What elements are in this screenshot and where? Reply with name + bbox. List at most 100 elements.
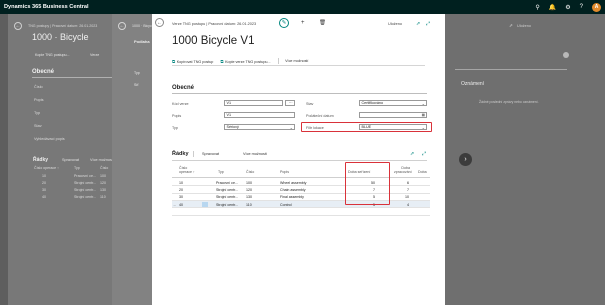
column-label: Typ xyxy=(134,71,140,75)
divider xyxy=(277,58,279,64)
app-top-bar: Dynamics 365 Business Central ⚲ 🔔 ⚙ ? A xyxy=(0,0,605,14)
avatar[interactable]: A xyxy=(592,2,601,12)
lines-tab-more[interactable]: Více možností xyxy=(243,152,267,156)
table-row[interactable]: 20 Strojní centr... 120 Chain assembly 7… xyxy=(172,186,430,194)
copy-icon: ⧉ xyxy=(220,58,224,64)
copy-icon: ⧉ xyxy=(172,58,176,64)
version-code-field[interactable]: V1 xyxy=(224,100,283,106)
column-header[interactable]: Číslo operace ↑ xyxy=(179,166,197,174)
operation-no: 10 xyxy=(179,180,183,185)
divider xyxy=(172,93,427,94)
version-code-label: Kód verze xyxy=(172,102,189,106)
lines-tab-manage[interactable]: Spravovat xyxy=(202,152,219,156)
calendar-icon[interactable]: ▦ xyxy=(422,113,425,117)
column-header[interactable]: Typ xyxy=(218,170,224,174)
column-header[interactable]: Doba xyxy=(418,170,427,174)
help-icon[interactable]: ? xyxy=(580,4,583,10)
next-record-icon[interactable]: › xyxy=(459,153,472,166)
add-icon[interactable]: + xyxy=(301,20,305,26)
breadcrumb: Verze TNG postupu | Pracovní datum: 26.0… xyxy=(172,22,257,26)
field-label: Vyhledávací popis xyxy=(34,137,65,141)
run-time: 4 xyxy=(407,202,409,207)
row-description: Wheel assembly xyxy=(280,180,307,185)
table-row[interactable]: 30 Strojní centr... 130 Final assembly 5… xyxy=(172,194,430,201)
delete-icon[interactable]: 🗑 xyxy=(319,20,326,26)
breadcrumb: TNG postupy | Pracovní datum: 26.01.2023 xyxy=(28,24,98,28)
location-filter-field[interactable]: BLUE ⌄ xyxy=(359,124,427,130)
lines-tab[interactable]: Spravovat xyxy=(62,158,79,162)
column-header[interactable]: Číslo xyxy=(246,170,254,174)
search-icon[interactable]: ⚲ xyxy=(535,4,539,11)
row-select-cell[interactable] xyxy=(202,201,208,208)
copy-version-button[interactable]: ⧉ Kopie verze TNG postupu... xyxy=(220,59,270,64)
highlight-time-columns xyxy=(345,162,390,205)
row-selected-marker: → xyxy=(172,202,177,207)
row-description: Final assembly xyxy=(280,195,304,200)
copy-routing-action[interactable]: Kopie TNG postupu... xyxy=(35,53,70,57)
row-number: 110 xyxy=(246,202,252,207)
row-type: Strojní centr... xyxy=(216,187,239,192)
chevron-down-icon: ⌄ xyxy=(421,100,425,106)
back-icon[interactable]: ← xyxy=(155,18,164,27)
column-header[interactable]: Popis xyxy=(280,170,289,174)
type-select[interactable]: Sériový ⌄ xyxy=(224,124,295,130)
divider xyxy=(172,160,427,161)
row-number: 100 xyxy=(246,180,252,185)
table-row[interactable]: 10 Pracovní ce... 100 Wheel assembly 50 … xyxy=(172,179,430,187)
table-header: Číslo operace ↑ Typ Číslo Popis Doba seř… xyxy=(172,164,430,178)
start-date-label: Počáteční datum xyxy=(306,114,334,118)
saved-status: Uloženo xyxy=(517,24,531,28)
lines-title: Řádky xyxy=(33,157,49,163)
status-label: Stav xyxy=(306,102,314,106)
topbar-icons: ⚲ 🔔 ⚙ ? A xyxy=(535,2,601,12)
run-time: 10 xyxy=(405,195,409,200)
chevron-down-icon: ⌄ xyxy=(421,124,425,130)
expand-icon[interactable]: ⤢ xyxy=(422,151,426,157)
panel-title: Podlaha xyxy=(134,39,150,44)
chevron-down-icon: ⌄ xyxy=(289,124,293,130)
status-select[interactable]: Certifikováno ⌄ xyxy=(359,100,427,106)
row-number: 120 xyxy=(246,187,252,192)
column-header[interactable]: Doba zpracování xyxy=(394,166,412,174)
location-filter-value: BLUE xyxy=(361,125,372,129)
section-title: Obecné xyxy=(172,85,195,91)
run-time: 7 xyxy=(407,187,409,192)
back-icon[interactable]: ← xyxy=(118,22,126,30)
version-code-lookup-button[interactable]: ··· xyxy=(285,100,295,106)
page-title: 1000 Bicycle V1 xyxy=(172,35,255,47)
row-number: 130 xyxy=(246,195,252,200)
column-label: Síť xyxy=(134,83,139,87)
type-label: Typ xyxy=(172,126,178,130)
row-description: Chain assembly xyxy=(280,187,306,192)
version-action[interactable]: Verze xyxy=(90,53,99,57)
start-date-field[interactable]: ▦ xyxy=(359,112,427,118)
operation-no: 30 xyxy=(179,195,183,200)
gear-icon[interactable]: ⚙ xyxy=(565,4,570,11)
share-icon[interactable]: ⇗ xyxy=(410,151,414,157)
bell-icon[interactable]: 🔔 xyxy=(549,4,556,11)
page-title: 1000 · Bicycle xyxy=(32,32,89,42)
edit-icon[interactable]: ✎ xyxy=(279,18,289,28)
back-icon[interactable]: ← xyxy=(14,22,22,30)
collapse-icon[interactable]: ⤢ xyxy=(426,21,430,27)
lines-tab[interactable]: Více možností xyxy=(90,158,114,162)
background-routing-card: ← TNG postupy | Pracovní datum: 26.01.20… xyxy=(8,14,132,305)
row-type: Strojní centr... xyxy=(216,195,239,200)
operation-no: 20 xyxy=(179,187,183,192)
saved-status: Uloženo xyxy=(388,22,402,26)
field-label: Číslo xyxy=(34,85,43,89)
notifications-empty: Žádné poslední zprávy nebo oznámení. xyxy=(479,100,539,104)
description-label: Popis xyxy=(172,114,182,118)
table-row-empty[interactable] xyxy=(172,209,430,216)
description-field[interactable]: V1 xyxy=(224,112,295,118)
more-options-button[interactable]: Více možností xyxy=(285,59,308,63)
copy-routing-button[interactable]: ⧉ Kopírovat TNG postup xyxy=(172,59,213,64)
action-bar: ⧉ Kopírovat TNG postup ⧉ Kopie verze TNG p… xyxy=(172,57,425,66)
lines-title: Řádky xyxy=(172,151,189,157)
table-row-selected[interactable]: → 40 Strojní centr... 110 Control 5 4 xyxy=(172,201,430,209)
routing-version-card: ← Verze TNG postupu | Pracovní datum: 26… xyxy=(152,14,445,305)
field-label: Stav xyxy=(34,124,42,128)
popout-icon[interactable]: ⇗ xyxy=(416,21,420,27)
popout-icon[interactable]: ⇗ xyxy=(509,23,513,29)
run-time: 6 xyxy=(407,180,409,185)
